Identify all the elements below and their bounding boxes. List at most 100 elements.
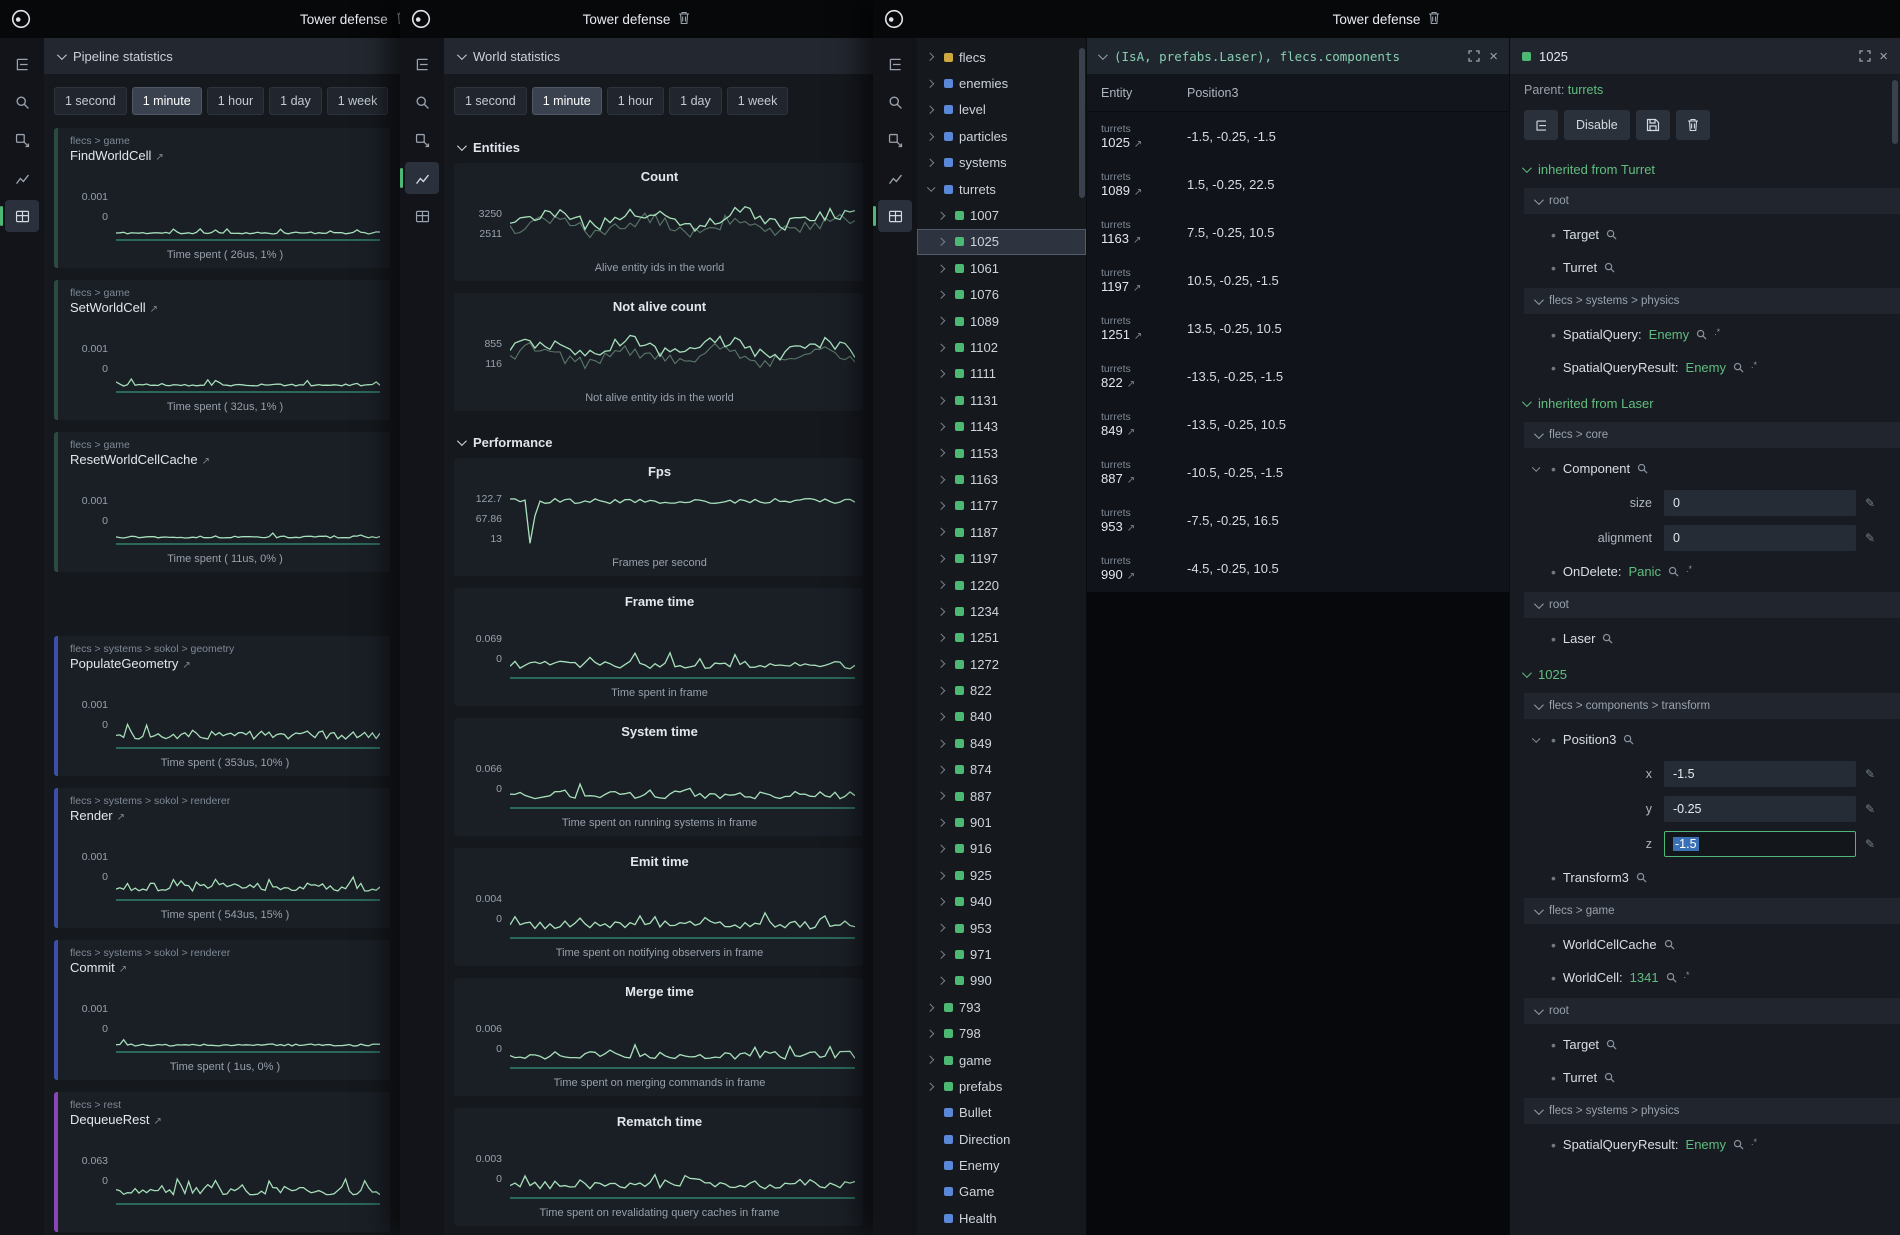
tree-expander[interactable] bbox=[938, 793, 949, 799]
tree-item-1153[interactable]: 1153 bbox=[917, 440, 1086, 466]
time-range-button[interactable]: 1 week bbox=[727, 87, 789, 115]
tree-expander[interactable] bbox=[938, 424, 949, 430]
edit-pencil-icon[interactable]: ✎ bbox=[1865, 802, 1875, 816]
sidebar-button-chart[interactable] bbox=[878, 162, 912, 194]
tree-expander[interactable] bbox=[927, 81, 938, 87]
query-result-row[interactable]: turrets1251↗13.5, -0.25, 10.5 bbox=[1087, 304, 1509, 352]
sidebar-button-inspect[interactable] bbox=[5, 124, 39, 156]
search-icon[interactable] bbox=[1696, 329, 1707, 340]
sidebar-button-tree[interactable] bbox=[5, 48, 39, 80]
inspector-group-header[interactable]: root bbox=[1524, 592, 1900, 618]
tree-expander[interactable] bbox=[938, 582, 949, 588]
field-input-y[interactable]: -0.25 bbox=[1664, 796, 1856, 822]
tree-item-840[interactable]: 840 bbox=[917, 704, 1086, 730]
tree-item-particles[interactable]: particles bbox=[917, 123, 1086, 149]
scrollbar-thumb[interactable] bbox=[1892, 80, 1898, 144]
tree-item-849[interactable]: 849 bbox=[917, 730, 1086, 756]
search-icon[interactable] bbox=[1668, 566, 1679, 577]
tree-item-1111[interactable]: 1111 bbox=[917, 361, 1086, 387]
tree-expander[interactable] bbox=[938, 925, 949, 931]
world-panel-header[interactable]: World statistics bbox=[444, 38, 873, 74]
query-result-row[interactable]: turrets1163↗7.5, -0.25, 10.5 bbox=[1087, 208, 1509, 256]
expand-icon[interactable] bbox=[1859, 50, 1871, 62]
component-row[interactable]: •Turret bbox=[1510, 1061, 1900, 1094]
tree-item-1143[interactable]: 1143 bbox=[917, 413, 1086, 439]
expand-icon[interactable] bbox=[1468, 50, 1480, 62]
stat-name-link[interactable]: FindWorldCell↗ bbox=[70, 148, 380, 167]
sidebar-button-table[interactable] bbox=[5, 200, 39, 232]
delete-world-icon[interactable] bbox=[678, 11, 690, 28]
time-range-button[interactable]: 1 second bbox=[454, 87, 527, 115]
search-icon[interactable] bbox=[1602, 633, 1613, 644]
entity-link[interactable]: 953↗ bbox=[1101, 519, 1187, 534]
tree-expander[interactable] bbox=[938, 714, 949, 720]
tree-expander[interactable] bbox=[938, 899, 949, 905]
tree-expander[interactable] bbox=[938, 741, 949, 747]
query-result-row[interactable]: turrets1089↗1.5, -0.25, 22.5 bbox=[1087, 160, 1509, 208]
entity-link[interactable]: 990↗ bbox=[1101, 567, 1187, 582]
tree-expander[interactable] bbox=[938, 292, 949, 298]
entity-link[interactable]: 1163↗ bbox=[1101, 231, 1187, 246]
scrollbar-thumb[interactable] bbox=[1079, 48, 1085, 198]
tree-expander[interactable] bbox=[938, 609, 949, 615]
tree-item-916[interactable]: 916 bbox=[917, 836, 1086, 862]
tree-item-1197[interactable]: 1197 bbox=[917, 545, 1086, 571]
tree-expander[interactable] bbox=[927, 186, 938, 192]
field-input-alignment[interactable]: 0 bbox=[1664, 525, 1856, 551]
tree-expander[interactable] bbox=[938, 952, 949, 958]
inspector-group-header[interactable]: flecs > systems > physics bbox=[1524, 1098, 1900, 1124]
tree-expander[interactable] bbox=[927, 1057, 938, 1063]
search-icon[interactable] bbox=[1606, 229, 1617, 240]
tree-item-990[interactable]: 990 bbox=[917, 968, 1086, 994]
time-range-button[interactable]: 1 second bbox=[54, 87, 127, 115]
query-result-row[interactable]: turrets990↗-4.5, -0.25, 10.5 bbox=[1087, 544, 1509, 592]
sidebar-button-search[interactable] bbox=[878, 86, 912, 118]
tree-expander[interactable] bbox=[938, 635, 949, 641]
field-input-size[interactable]: 0 bbox=[1664, 490, 1856, 516]
entity-link[interactable]: 1025↗ bbox=[1101, 135, 1187, 150]
tree-expander[interactable] bbox=[927, 160, 938, 166]
tree-item-874[interactable]: 874 bbox=[917, 757, 1086, 783]
tree-expander[interactable] bbox=[938, 266, 949, 272]
tree-item-1061[interactable]: 1061 bbox=[917, 255, 1086, 281]
inspector-group-header[interactable]: flecs > core bbox=[1524, 422, 1900, 448]
component-row[interactable]: •OnDelete:Panic.* bbox=[1510, 555, 1900, 588]
tree-expander[interactable] bbox=[927, 1031, 938, 1037]
tree-expander[interactable] bbox=[938, 873, 949, 879]
entity-link[interactable]: 1089↗ bbox=[1101, 183, 1187, 198]
tree-item-turrets[interactable]: turrets bbox=[917, 176, 1086, 202]
component-row[interactable]: •WorldCellCache bbox=[1510, 928, 1900, 961]
component-row[interactable]: •Component bbox=[1510, 452, 1900, 485]
tree-expander[interactable] bbox=[938, 767, 949, 773]
search-icon[interactable] bbox=[1637, 463, 1648, 474]
tree-expander[interactable] bbox=[938, 503, 949, 509]
search-icon[interactable] bbox=[1733, 1139, 1744, 1150]
entity-link[interactable]: 887↗ bbox=[1101, 471, 1187, 486]
tree-item-bullet[interactable]: Bullet bbox=[917, 1100, 1086, 1126]
component-value-link[interactable]: Panic bbox=[1628, 564, 1661, 579]
tree-expander[interactable] bbox=[927, 1005, 938, 1011]
query-expression[interactable]: (IsA, prefabs.Laser), flecs.components bbox=[1114, 49, 1459, 64]
sidebar-button-table[interactable] bbox=[405, 200, 439, 232]
inspector-group-header[interactable]: flecs > components > transform bbox=[1524, 693, 1900, 719]
tree-expander[interactable] bbox=[938, 688, 949, 694]
tree-item-953[interactable]: 953 bbox=[917, 915, 1086, 941]
tree-expander[interactable] bbox=[938, 978, 949, 984]
query-result-row[interactable]: turrets953↗-7.5, -0.25, 16.5 bbox=[1087, 496, 1509, 544]
section-header-performance[interactable]: Performance bbox=[444, 423, 873, 458]
tree-item-1251[interactable]: 1251 bbox=[917, 625, 1086, 651]
tree-item-798[interactable]: 798 bbox=[917, 1020, 1086, 1046]
query-result-row[interactable]: turrets822↗-13.5, -0.25, -1.5 bbox=[1087, 352, 1509, 400]
component-value-link[interactable]: Enemy bbox=[1686, 360, 1726, 375]
tree-item-1177[interactable]: 1177 bbox=[917, 493, 1086, 519]
tree-expander[interactable] bbox=[938, 846, 949, 852]
expander-icon[interactable] bbox=[1532, 737, 1544, 743]
tree-item-822[interactable]: 822 bbox=[917, 677, 1086, 703]
expander-icon[interactable] bbox=[1532, 466, 1544, 472]
tree-expander[interactable] bbox=[938, 213, 949, 219]
inspector-group-header[interactable]: root bbox=[1524, 998, 1900, 1024]
stat-name-link[interactable]: Commit↗ bbox=[70, 960, 380, 979]
tree-expander[interactable] bbox=[927, 134, 938, 140]
tree-expander[interactable] bbox=[938, 371, 949, 377]
search-icon[interactable] bbox=[1604, 262, 1615, 273]
